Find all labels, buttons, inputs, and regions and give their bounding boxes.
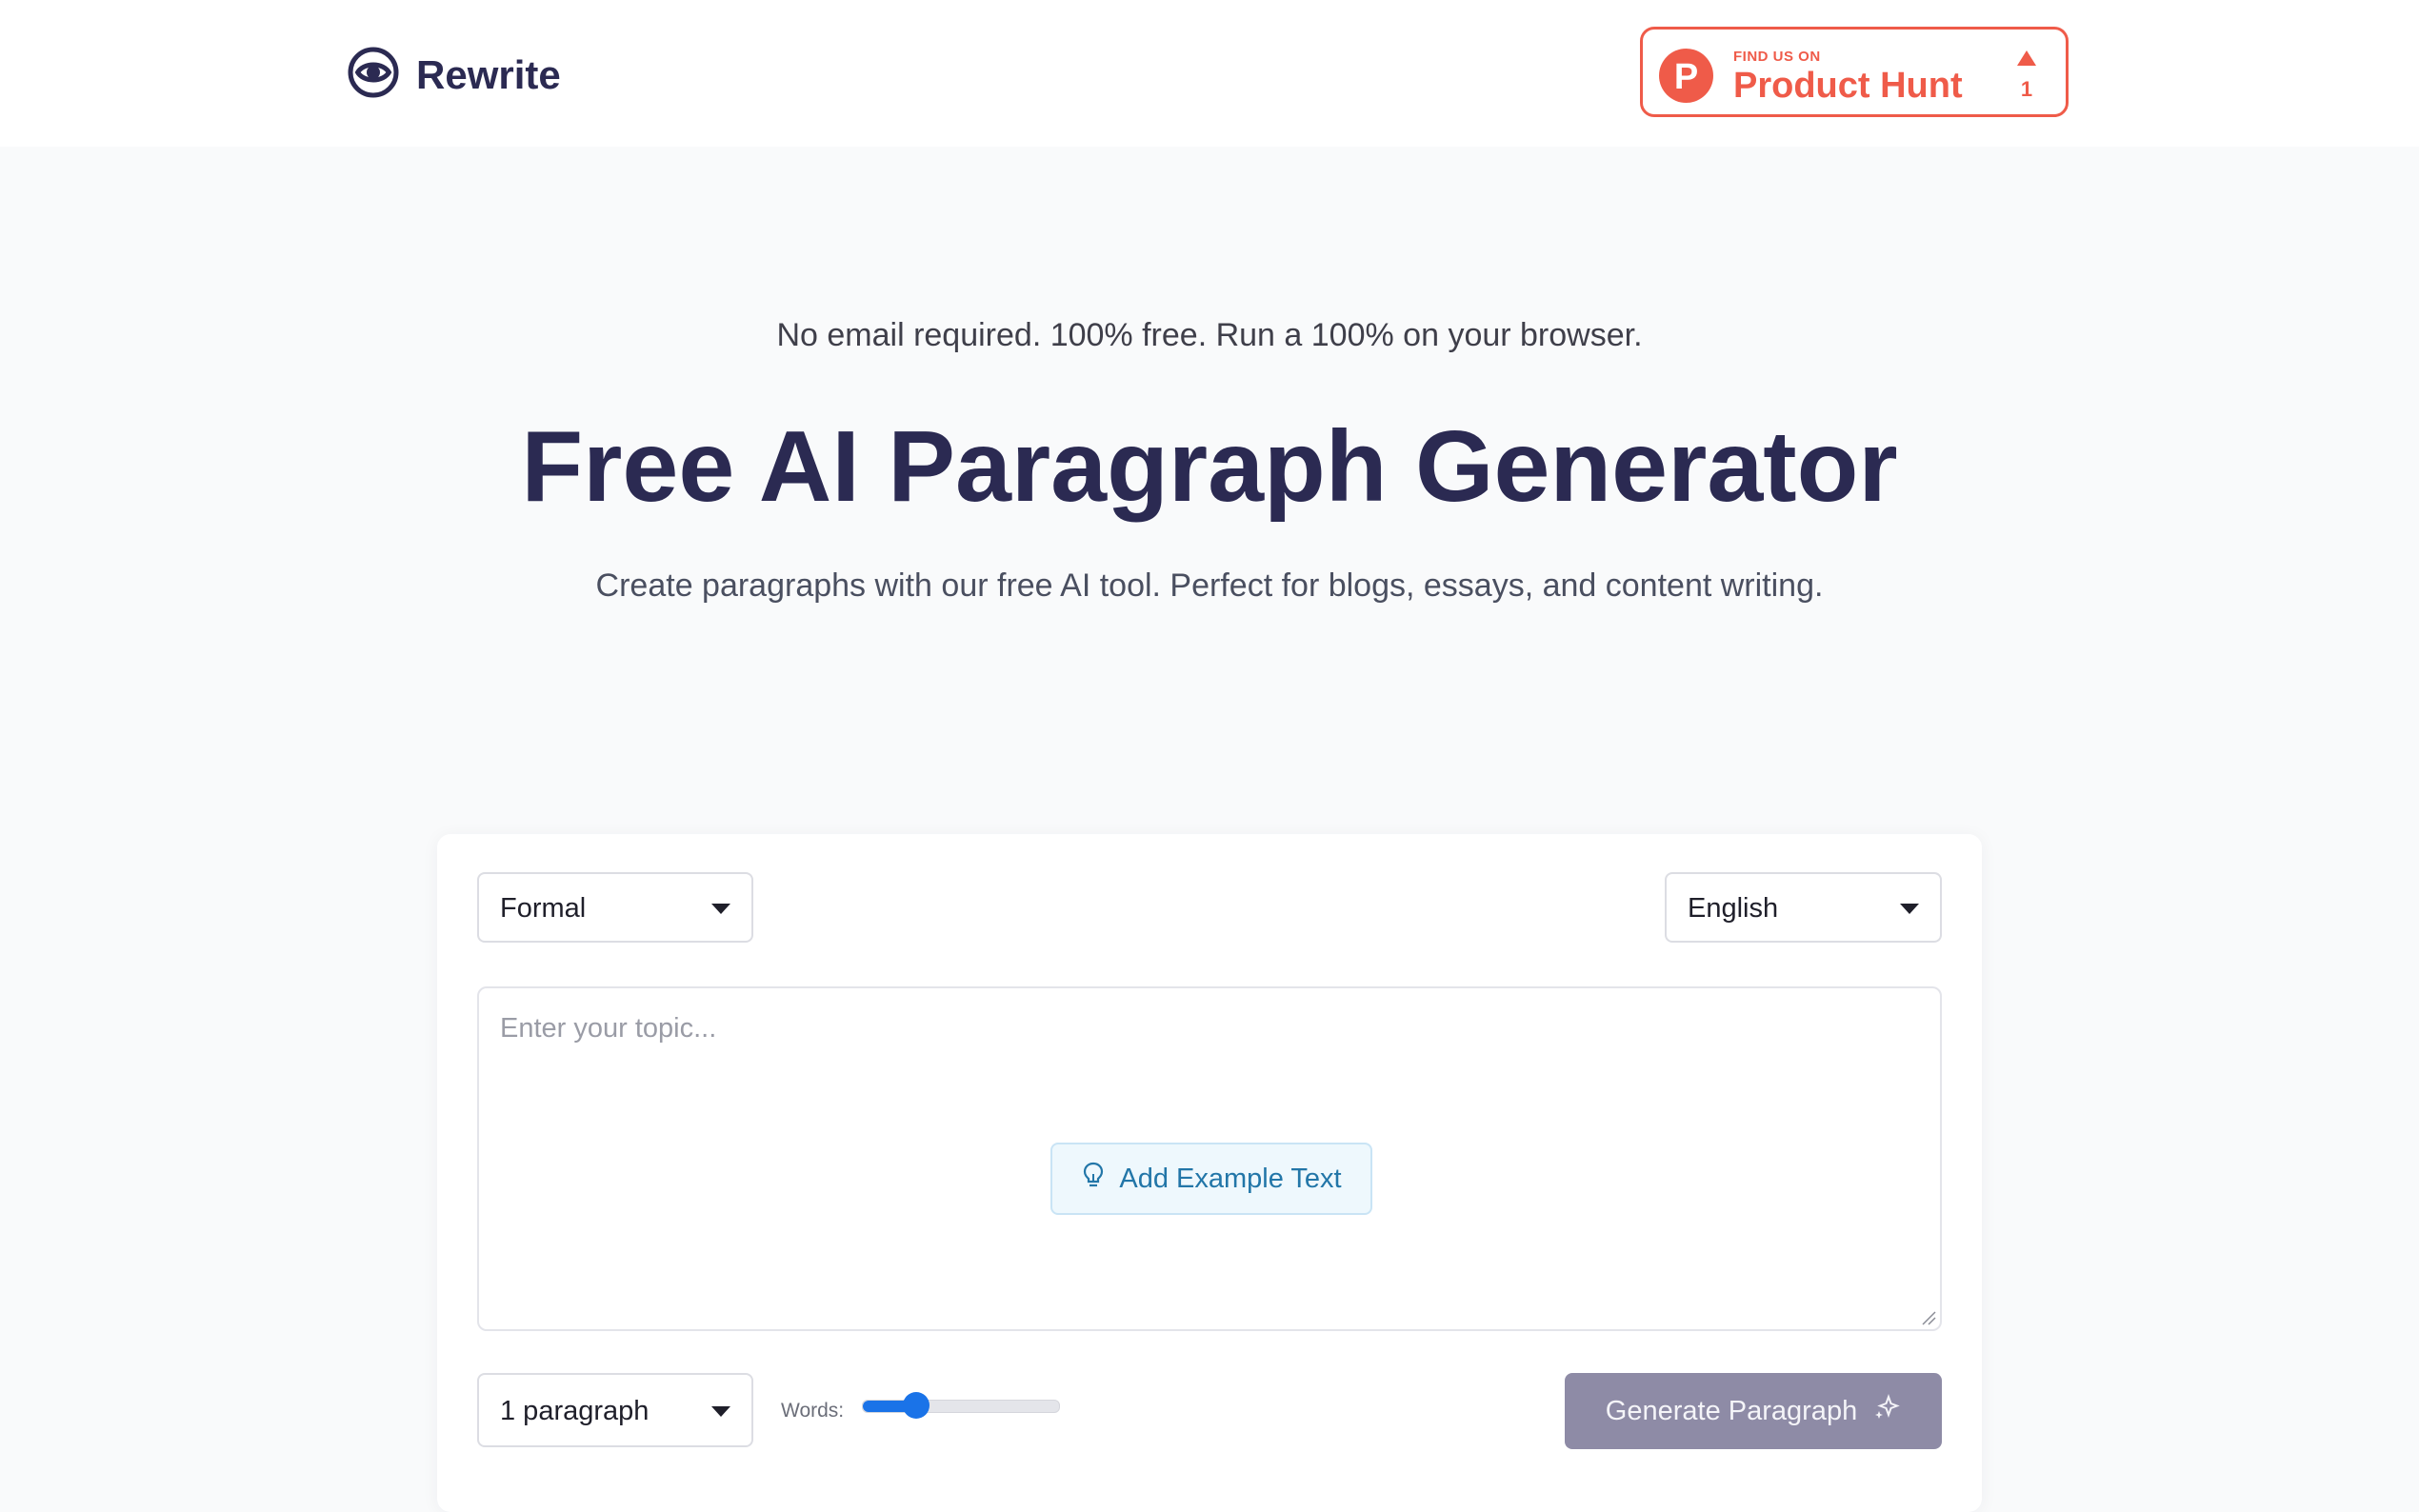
logo[interactable]: Rewrite xyxy=(346,45,561,105)
add-example-text-button[interactable]: Add Example Text xyxy=(1050,1143,1372,1215)
paragraph-count-select[interactable]: 1 paragraph xyxy=(477,1373,753,1447)
chevron-down-icon xyxy=(711,904,730,914)
language-select[interactable]: English xyxy=(1665,872,1942,943)
site-header: Rewrite P FIND US ON Product Hunt 1 xyxy=(0,0,2419,147)
paragraph-count-value: 1 paragraph xyxy=(500,1396,650,1426)
product-hunt-label: Product Hunt xyxy=(1733,66,1963,106)
words-label: Words: xyxy=(781,1400,845,1422)
tone-select-value: Formal xyxy=(500,893,587,924)
chevron-down-icon xyxy=(711,1406,730,1417)
words-slider-thumb[interactable] xyxy=(902,1392,930,1419)
logo-text: Rewrite xyxy=(416,51,561,97)
product-hunt-small-label: FIND US ON xyxy=(1733,49,1821,65)
upvote-arrow-icon xyxy=(2017,50,2036,66)
product-hunt-letter: P xyxy=(1673,57,1699,97)
topic-input-placeholder: Enter your topic... xyxy=(500,1013,717,1044)
generate-paragraph-label: Generate Paragraph xyxy=(1605,1395,1858,1426)
rewrite-logo-icon xyxy=(346,45,401,105)
lightbulb-icon xyxy=(1081,1161,1119,1197)
hero-tagline: No email required. 100% free. Run a 100%… xyxy=(776,317,1643,353)
words-slider[interactable] xyxy=(862,1392,1060,1419)
generate-paragraph-button[interactable]: Generate Paragraph xyxy=(1565,1373,1942,1449)
product-hunt-badge[interactable]: P FIND US ON Product Hunt 1 xyxy=(1640,27,2069,117)
tone-select[interactable]: Formal xyxy=(477,872,753,943)
generator-card: Formal English Enter your topic... Add E… xyxy=(437,834,1982,1512)
hero-subtitle: Create paragraphs with our free AI tool.… xyxy=(595,567,1824,604)
add-example-text-label: Add Example Text xyxy=(1119,1163,1342,1194)
language-select-value: English xyxy=(1688,893,1779,924)
sparkle-icon xyxy=(1857,1393,1901,1429)
topic-input[interactable]: Enter your topic... Add Example Text xyxy=(477,986,1942,1331)
upvote-count: 1 xyxy=(2020,77,2033,101)
resize-handle-icon[interactable] xyxy=(1921,1310,1936,1325)
product-hunt-icon: P xyxy=(1659,49,1713,103)
chevron-down-icon xyxy=(1900,904,1919,914)
page-title: Free AI Paragraph Generator xyxy=(521,410,1898,523)
